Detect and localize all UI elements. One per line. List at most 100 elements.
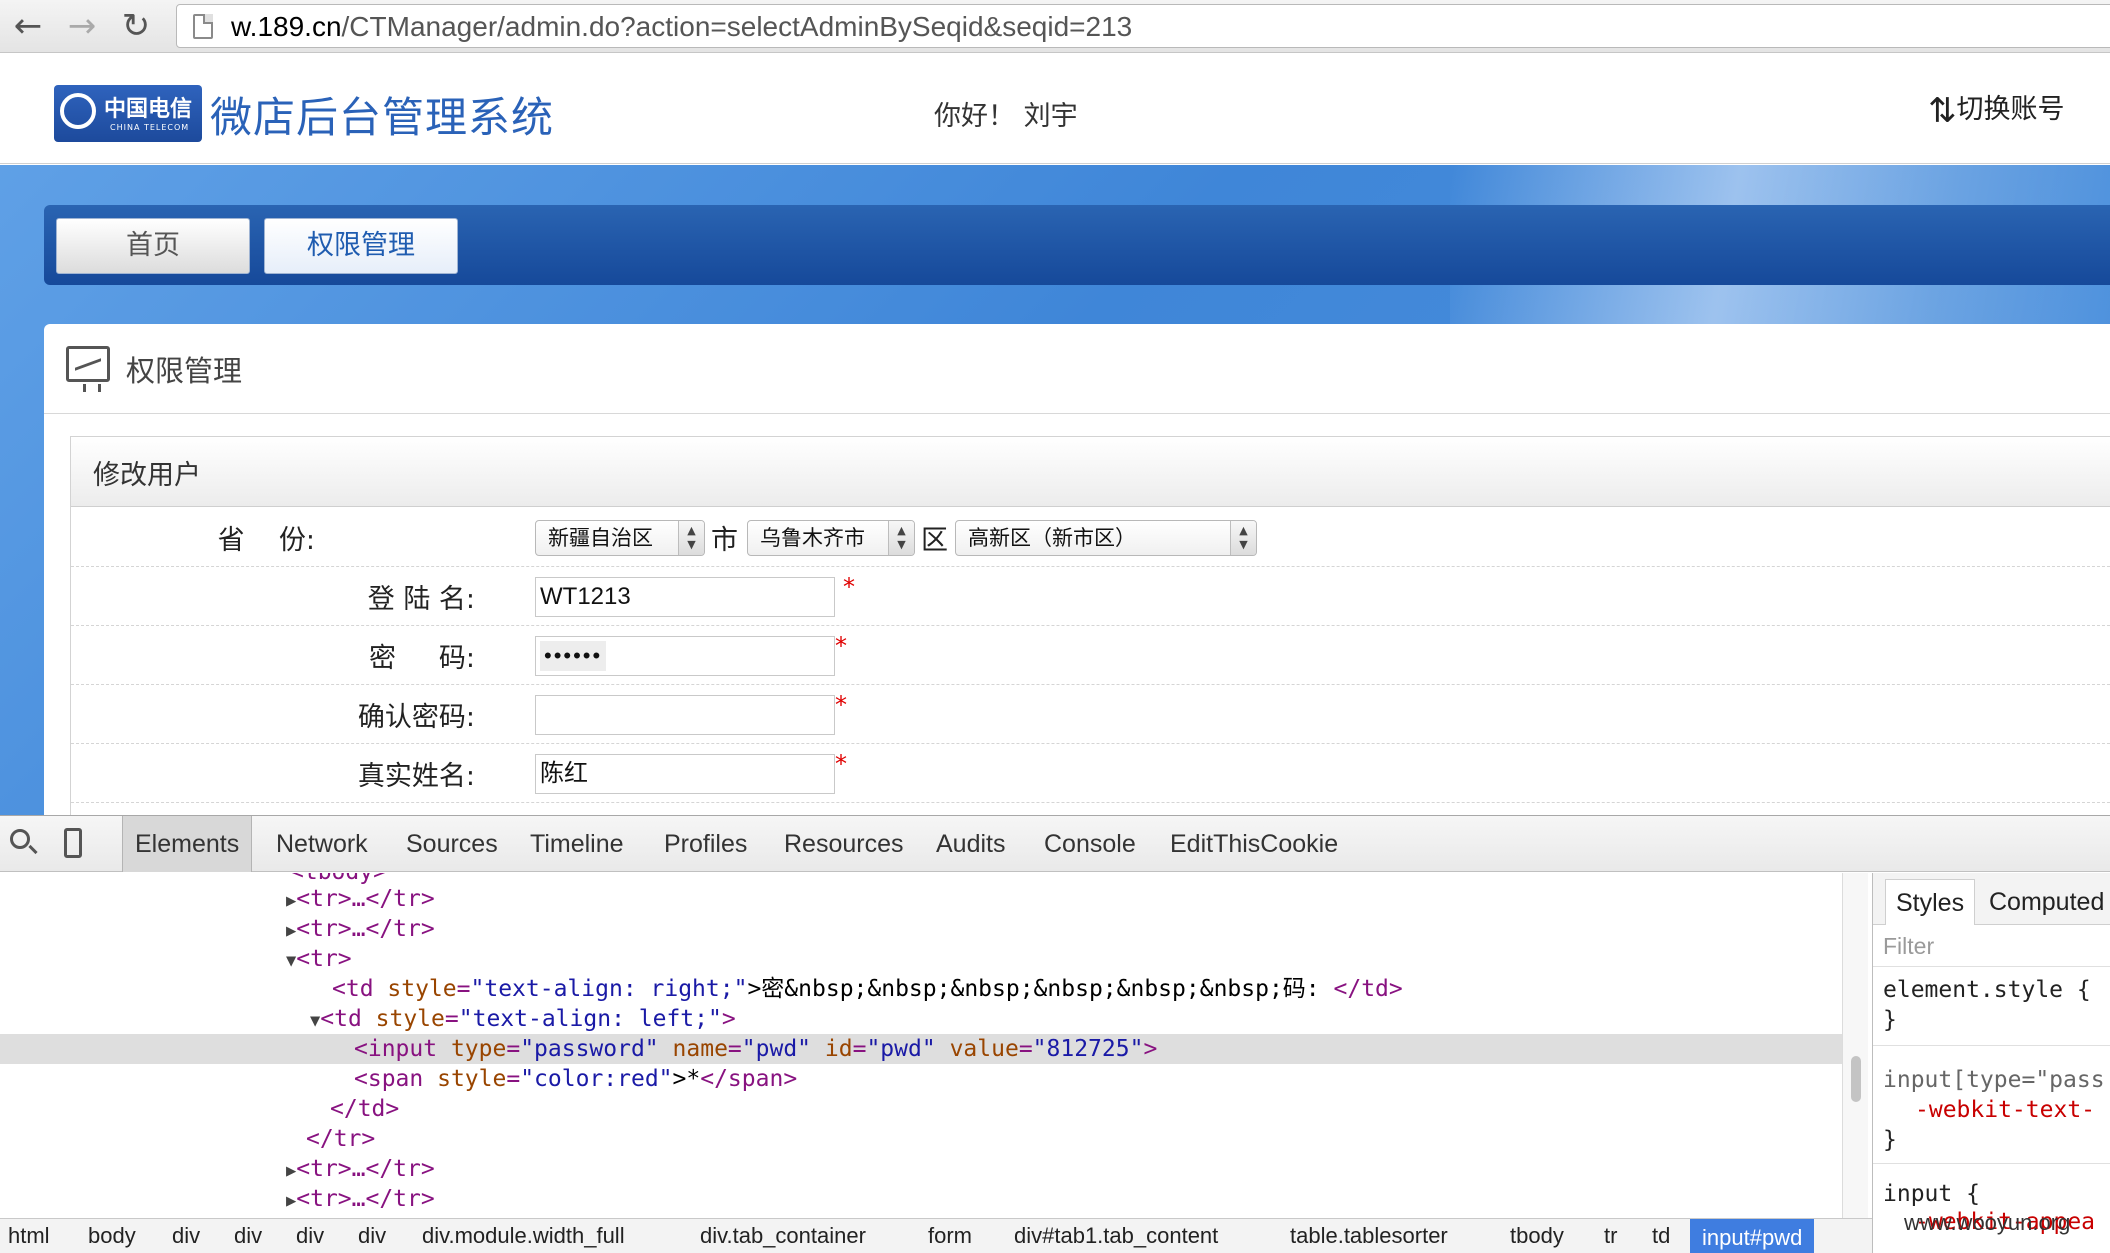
- expand-triangle-icon[interactable]: ▶: [286, 891, 296, 911]
- devtools-tab-profiles[interactable]: Profiles: [652, 816, 759, 872]
- styles-sidebar: Styles Computed Filter element.style { }…: [1872, 873, 2110, 1253]
- content-panel: 权限管理 修改用户 省 份: 新疆自治区 ▲ ▼ 市 乌鲁木齐市 ▲ ▼ 区 高新区…: [44, 324, 2110, 836]
- collapse-triangle-icon[interactable]: ▼: [286, 951, 296, 971]
- crumb-div[interactable]: div: [172, 1223, 200, 1249]
- watermark: www.wooyun.org: [1904, 1210, 2071, 1235]
- system-title: 微店后台管理系统: [210, 93, 555, 142]
- panel-header: 权限管理: [44, 324, 2110, 414]
- user-greeting: 你好！ 刘宇: [934, 101, 1078, 132]
- crumb-tbody[interactable]: tbody: [1510, 1223, 1564, 1249]
- crumb-div-tab1[interactable]: div#tab1.tab_content: [1014, 1223, 1218, 1249]
- page-icon: [193, 14, 213, 39]
- rule-divider: [1873, 1163, 2110, 1164]
- province-select[interactable]: 新疆自治区 ▲ ▼: [535, 520, 705, 556]
- code-line-td-label[interactable]: <td style="text-align: right;">密&nbsp;&n…: [332, 974, 1842, 1004]
- crumb-form[interactable]: form: [928, 1223, 972, 1249]
- crumb-table[interactable]: table.tablesorter: [1290, 1223, 1448, 1249]
- code-line-tr-collapsed[interactable]: ▶<tr>…</tr>: [286, 1184, 1842, 1214]
- required-mark: *: [835, 750, 847, 778]
- city-select-value: 乌鲁木齐市: [760, 526, 865, 550]
- form-row-confirm-password: 确认密码: *: [71, 685, 2110, 744]
- scrollbar-thumb[interactable]: [1851, 1056, 1861, 1102]
- url-path: /CTManager/admin.do?action=selectAdminBy…: [341, 11, 1133, 42]
- rule-close-brace: }: [1883, 1127, 1897, 1153]
- select-arrows-icon: ▲ ▼: [678, 521, 704, 555]
- logo-brand-en: CHINA TELECOM: [110, 123, 190, 132]
- crumb-input-pwd[interactable]: input#pwd: [1690, 1219, 1815, 1253]
- china-telecom-logo[interactable]: 中国电信 CHINA TELECOM: [54, 85, 202, 142]
- nav-tab-permission[interactable]: 权限管理: [264, 218, 458, 274]
- required-mark: *: [843, 573, 855, 601]
- expand-triangle-icon[interactable]: ▶: [286, 1191, 296, 1211]
- back-icon[interactable]: ←: [6, 6, 50, 46]
- code-line-tr-collapsed[interactable]: ▶<tr>…</tr>: [286, 914, 1842, 944]
- city-separator: 市: [711, 525, 738, 556]
- realname-input[interactable]: 陈红: [535, 754, 835, 794]
- devtools-tab-elements[interactable]: Elements: [122, 816, 253, 872]
- code-line-tr-close[interactable]: </tr>: [306, 1124, 1842, 1154]
- crumb-html[interactable]: html: [8, 1223, 50, 1249]
- switch-account-button[interactable]: ⇅切换账号: [1928, 90, 2065, 131]
- crumb-body[interactable]: body: [88, 1223, 136, 1249]
- rule-divider: [1873, 1045, 2110, 1046]
- form-row-realname: 真实姓名: 陈红 *: [71, 744, 2110, 803]
- rule-property[interactable]: -webkit-text-: [1915, 1097, 2095, 1123]
- sidebar-tab-computed[interactable]: Computed: [1979, 879, 2110, 925]
- devtools-tab-audits[interactable]: Audits: [924, 816, 1017, 872]
- devtools-tab-resources[interactable]: Resources: [772, 816, 916, 872]
- rule-input[interactable]: input {: [1883, 1181, 1980, 1207]
- expand-triangle-icon[interactable]: ▶: [286, 1161, 296, 1181]
- district-select[interactable]: 高新区（新市区） ▲ ▼: [955, 520, 1257, 556]
- login-input[interactable]: WT1213: [535, 577, 835, 617]
- elements-tree: <tbody> ▶<tr>…</tr> ▶<tr>…</tr> ▼<tr> <t…: [0, 873, 1842, 1218]
- forward-icon[interactable]: →: [60, 6, 104, 46]
- crumb-div-module[interactable]: div.module.width_full: [422, 1223, 625, 1249]
- devtools-tab-editthiscookie[interactable]: EditThisCookie: [1158, 816, 1350, 872]
- expand-triangle-icon[interactable]: ▶: [286, 921, 296, 941]
- device-mode-icon[interactable]: [64, 828, 82, 858]
- devtools-tab-sources[interactable]: Sources: [394, 816, 510, 872]
- styles-filter-input[interactable]: Filter: [1873, 925, 2110, 967]
- chart-board-icon: [66, 346, 110, 392]
- crumb-div[interactable]: div: [296, 1223, 324, 1249]
- confirm-password-input[interactable]: [535, 695, 835, 735]
- address-bar[interactable]: w.189.cn/CTManager/admin.do?action=selec…: [176, 4, 2110, 48]
- inspect-search-icon[interactable]: [10, 829, 30, 849]
- devtools-tab-network[interactable]: Network: [264, 816, 380, 872]
- form-row-login: 登 陆 名: WT1213 *: [71, 567, 2110, 626]
- crumb-div[interactable]: div: [358, 1223, 386, 1249]
- rule-input-password[interactable]: input[type="pass: [1883, 1067, 2105, 1093]
- crumb-tr[interactable]: tr: [1604, 1223, 1617, 1249]
- crumb-div[interactable]: div: [234, 1223, 262, 1249]
- nav-tab-home[interactable]: 首页: [56, 218, 250, 274]
- required-mark: *: [835, 691, 847, 719]
- select-arrows-icon: ▲ ▼: [888, 521, 914, 555]
- logo-brand-text: 中国电信: [104, 96, 193, 122]
- code-line-tr-collapsed[interactable]: ▶<tr>…</tr>: [286, 1154, 1842, 1184]
- sidebar-tab-styles[interactable]: Styles: [1885, 879, 1976, 925]
- collapse-triangle-icon[interactable]: ▼: [310, 1011, 320, 1031]
- reload-icon[interactable]: ↻: [114, 6, 158, 46]
- province-select-value: 新疆自治区: [548, 526, 653, 550]
- styles-sidebar-tabs: Styles Computed: [1873, 873, 2110, 925]
- devtools-tab-timeline[interactable]: Timeline: [518, 816, 636, 872]
- code-line-tr-open[interactable]: ▼<tr>: [286, 944, 1842, 974]
- password-masked-value: ••••••: [540, 641, 607, 671]
- required-mark: *: [835, 632, 847, 660]
- code-line-span[interactable]: <span style="color:red">*</span>: [354, 1064, 1842, 1094]
- devtools-panel: Elements Network Sources Timeline Profil…: [0, 815, 2110, 1253]
- code-line-tr-collapsed[interactable]: ▶<tr>…</tr>: [286, 884, 1842, 914]
- code-line-input-selected[interactable]: <input type="password" name="pwd" id="pw…: [0, 1034, 1842, 1064]
- crumb-div-tab-container[interactable]: div.tab_container: [700, 1223, 866, 1249]
- rule-element-style[interactable]: element.style {: [1883, 977, 2091, 1003]
- code-line-td-open[interactable]: ▼<td style="text-align: left;">: [310, 1004, 1842, 1034]
- devtools-toolbar: Elements Network Sources Timeline Profil…: [0, 816, 2110, 872]
- password-input[interactable]: ••••••: [535, 636, 835, 676]
- form-row-province: 省 份: 新疆自治区 ▲ ▼ 市 乌鲁木齐市 ▲ ▼ 区 高新区（新市区） ▲ ▼: [71, 508, 2110, 567]
- code-line-td-close[interactable]: </td>: [330, 1094, 1842, 1124]
- url-text[interactable]: w.189.cn/CTManager/admin.do?action=selec…: [231, 5, 1132, 49]
- elements-scrollbar[interactable]: [1842, 873, 1868, 1218]
- crumb-td[interactable]: td: [1652, 1223, 1670, 1249]
- devtools-tab-console[interactable]: Console: [1032, 816, 1148, 872]
- city-select[interactable]: 乌鲁木齐市 ▲ ▼: [747, 520, 915, 556]
